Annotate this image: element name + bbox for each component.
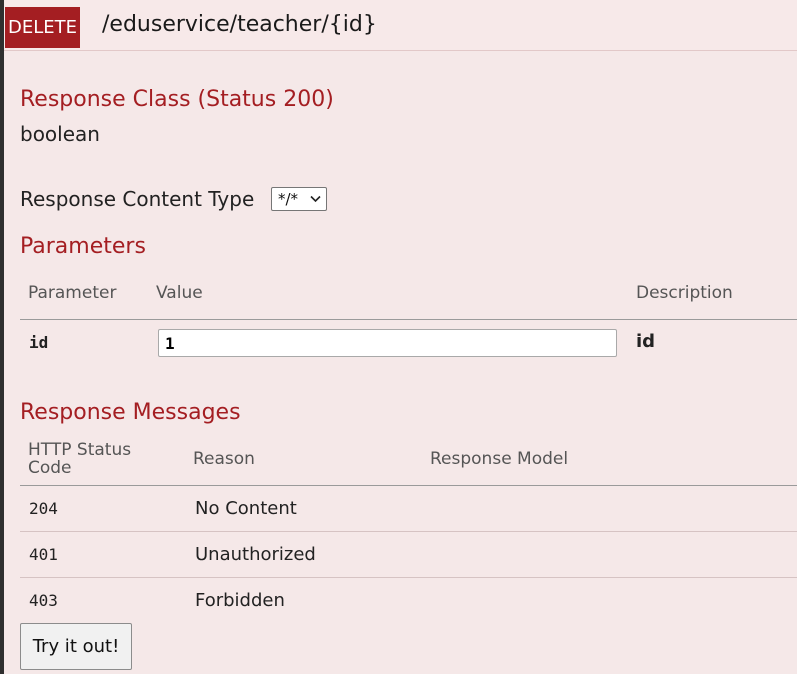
response-class-type: boolean <box>20 122 100 146</box>
response-class-title: Response Class (Status 200) <box>20 87 334 112</box>
parameter-value-input[interactable] <box>158 329 617 357</box>
status-code: 403 <box>29 591 58 610</box>
column-header-description: Description <box>636 283 733 303</box>
parameters-title: Parameters <box>20 234 146 259</box>
operation-header[interactable]: DELETE /eduservice/teacher/{id} <box>4 0 797 51</box>
column-header-value: Value <box>156 283 203 303</box>
response-content-type-select[interactable]: */* <box>271 187 327 211</box>
column-header-response-model: Response Model <box>430 449 569 469</box>
response-messages-header-divider <box>20 485 797 486</box>
column-header-reason: Reason <box>193 449 255 469</box>
column-header-http-status-code: HTTP Status Code <box>28 440 132 478</box>
status-code: 204 <box>29 499 58 518</box>
response-content-type-label: Response Content Type <box>20 187 255 211</box>
response-messages-title: Response Messages <box>20 400 241 425</box>
select-value: */* <box>278 190 299 208</box>
status-reason: Unauthorized <box>195 544 316 565</box>
column-header-parameter: Parameter <box>28 283 117 303</box>
endpoint-path[interactable]: /eduservice/teacher/{id} <box>102 12 377 37</box>
parameter-name: id <box>29 333 49 352</box>
parameters-header-divider <box>20 319 797 320</box>
row-divider <box>20 531 797 532</box>
try-it-out-button[interactable]: Try it out! <box>20 623 132 670</box>
http-method-badge[interactable]: DELETE <box>5 7 80 48</box>
status-reason: Forbidden <box>195 590 285 611</box>
operation-panel: DELETE /eduservice/teacher/{id} Response… <box>4 0 797 674</box>
status-code: 401 <box>29 545 58 564</box>
status-reason: No Content <box>195 498 297 519</box>
chevron-down-icon <box>310 195 321 203</box>
parameter-description: id <box>636 331 656 352</box>
row-divider <box>20 577 797 578</box>
